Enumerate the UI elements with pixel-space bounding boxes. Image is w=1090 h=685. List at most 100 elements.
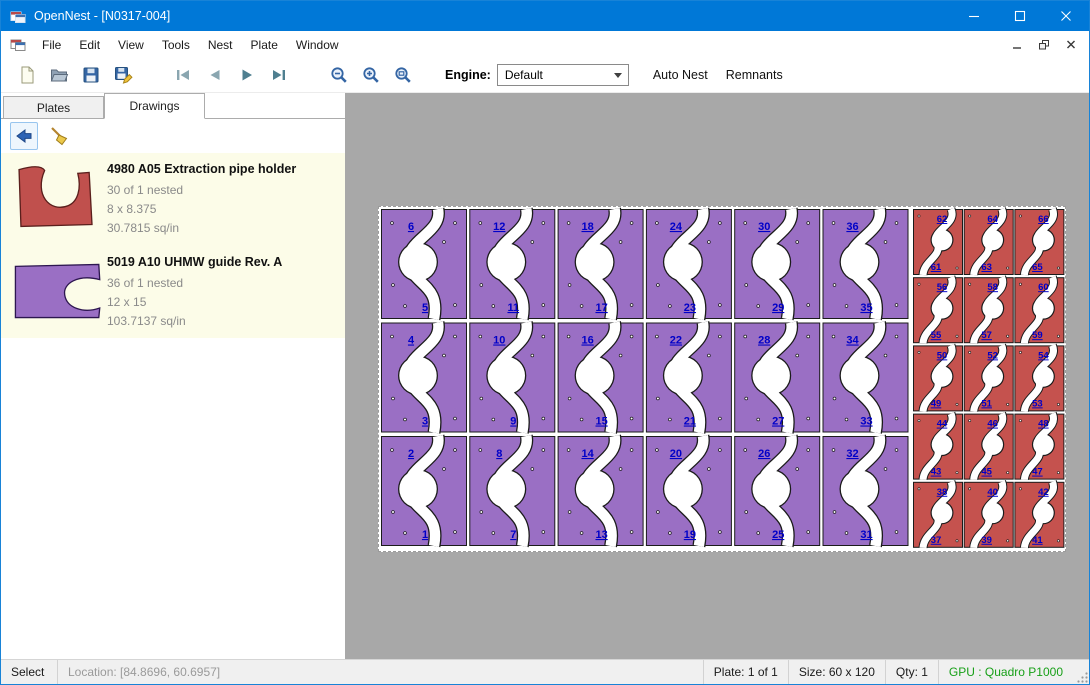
svg-text:53: 53 [1032,398,1043,409]
menu-plate[interactable]: Plate [242,33,287,57]
clear-button[interactable] [45,122,73,150]
zoom-out-button[interactable] [323,60,355,90]
svg-text:1: 1 [422,529,428,541]
mdi-restore-button[interactable] [1030,34,1057,56]
svg-text:40: 40 [987,487,998,498]
drawing-nested: 36 of 1 nested [107,274,282,293]
svg-text:47: 47 [1032,467,1043,478]
svg-text:7: 7 [510,529,516,541]
svg-text:66: 66 [1038,214,1049,225]
menu-file[interactable]: File [33,33,70,57]
drawing-area: 30.7815 sq/in [107,219,296,238]
svg-text:55: 55 [931,330,942,341]
statusbar-location: Location: [84.8696, 60.6957] [58,660,230,684]
engine-value: Default [505,68,543,82]
drawing-list: 4980 A05 Extraction pipe holder 30 of 1 … [1,153,345,659]
save-as-button[interactable] [107,60,139,90]
engine-select[interactable]: Default [497,64,629,86]
svg-text:51: 51 [981,398,992,409]
drawing-item-purple[interactable]: 5019 A10 UHMW guide Rev. A 36 of 1 neste… [1,246,345,339]
drawing-size: 8 x 8.375 [107,200,296,219]
last-plate-button[interactable] [263,60,295,90]
drawings-toolbar [1,119,345,153]
drawing-info: 5019 A10 UHMW guide Rev. A 36 of 1 neste… [107,255,282,332]
minimize-button[interactable] [951,1,997,31]
zoom-in-button[interactable] [355,60,387,90]
mdi-minimize-button[interactable] [1003,34,1030,56]
menu-window[interactable]: Window [287,33,348,57]
drawing-info: 4980 A05 Extraction pipe holder 30 of 1 … [107,162,296,239]
new-document-icon [17,65,37,85]
last-arrow-icon [269,65,289,85]
titlebar: OpenNest - [N0317-004] [1,1,1089,31]
chevron-down-icon [614,73,622,78]
svg-text:54: 54 [1038,350,1049,361]
auto-nest-button[interactable]: Auto Nest [653,68,708,82]
statusbar-size: Size: 60 x 120 [789,660,885,684]
svg-text:30: 30 [758,221,770,233]
send-to-nest-button[interactable] [10,122,38,150]
svg-text:18: 18 [581,221,593,233]
svg-text:11: 11 [507,302,519,314]
menu-edit[interactable]: Edit [70,33,109,57]
new-button[interactable] [11,60,43,90]
statusbar-gpu: GPU : Quadro P1000 [939,660,1073,684]
maximize-button[interactable] [997,1,1043,31]
svg-text:24: 24 [670,221,683,233]
menu-nest[interactable]: Nest [199,33,242,57]
svg-text:10: 10 [493,335,505,347]
resize-grip-icon[interactable] [1073,660,1089,684]
close-button[interactable] [1043,1,1089,31]
menu-tools[interactable]: Tools [153,33,199,57]
minimize-icon [964,8,984,25]
svg-text:61: 61 [931,262,942,273]
svg-text:36: 36 [846,221,858,233]
svg-text:35: 35 [860,302,872,314]
previous-arrow-icon [205,65,225,85]
open-button[interactable] [43,60,75,90]
svg-text:23: 23 [684,302,696,314]
svg-text:58: 58 [987,282,998,293]
svg-text:44: 44 [937,419,948,430]
zoom-in-icon [361,65,381,85]
nest-canvas[interactable]: 6512111817242330293635431091615222128273… [346,93,1089,659]
svg-text:43: 43 [931,467,942,478]
left-panel: Plates Drawings [1,93,346,659]
svg-text:62: 62 [937,214,948,225]
svg-text:46: 46 [987,419,998,430]
engine-label: Engine: [445,68,491,82]
svg-text:29: 29 [772,302,784,314]
main-content: Plates Drawings [1,93,1089,659]
svg-text:26: 26 [758,448,770,460]
mdi-close-button[interactable] [1057,34,1084,56]
zoom-fit-button[interactable] [387,60,419,90]
svg-text:14: 14 [581,448,594,460]
blue-arrow-left-icon [13,125,35,147]
svg-text:64: 64 [987,214,998,225]
save-icon [81,65,101,85]
next-plate-button[interactable] [231,60,263,90]
tab-plates[interactable]: Plates [3,96,104,118]
statusbar-mode: Select [1,660,57,684]
broom-icon [48,125,70,147]
drawing-item-red[interactable]: 4980 A05 Extraction pipe holder 30 of 1 … [1,153,345,246]
svg-text:5: 5 [422,302,428,314]
statusbar-right: Plate: 1 of 1 Size: 60 x 120 Qty: 1 GPU … [703,660,1089,684]
statusbar: Select Location: [84.8696, 60.6957] Plat… [1,659,1089,684]
svg-text:39: 39 [981,535,992,546]
svg-text:16: 16 [581,335,593,347]
svg-text:32: 32 [846,448,858,460]
remnants-button[interactable]: Remnants [726,68,783,82]
tab-drawings[interactable]: Drawings [104,93,205,119]
part-thumbnail-purple [11,255,107,332]
save-button[interactable] [75,60,107,90]
open-folder-icon [49,65,69,85]
menu-view[interactable]: View [109,33,153,57]
toolbar: Engine: Default Auto Nest Remnants [1,58,1089,93]
nest-plate[interactable]: 6512111817242330293635431091615222128273… [378,206,1066,552]
first-plate-button[interactable] [167,60,199,90]
svg-text:19: 19 [684,529,696,541]
mdi-minimize-icon [1010,38,1024,51]
svg-text:34: 34 [846,335,859,347]
previous-plate-button[interactable] [199,60,231,90]
